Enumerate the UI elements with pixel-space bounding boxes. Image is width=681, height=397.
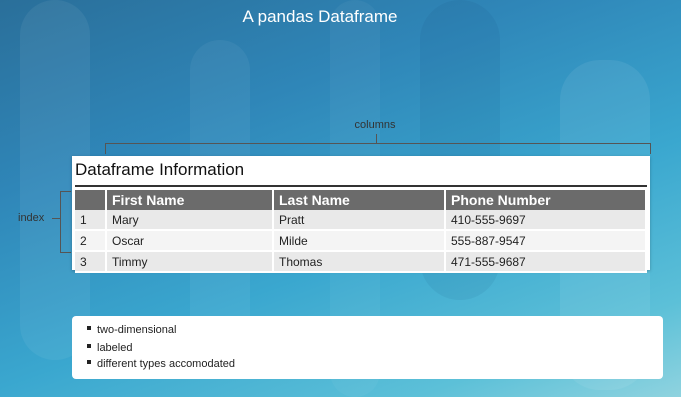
list-item: labeled bbox=[87, 342, 132, 354]
header-row: First Name Last Name Phone Number bbox=[75, 190, 647, 210]
list-item: different types accomodated bbox=[87, 358, 235, 370]
header-cell-phone-number: Phone Number bbox=[445, 190, 647, 210]
table-cell: Timmy bbox=[106, 251, 274, 273]
dataframe-title: Dataframe Information bbox=[75, 160, 245, 179]
table-row: 1 Mary Pratt 410-555-9697 bbox=[75, 210, 647, 231]
index-cell: 1 bbox=[75, 210, 107, 231]
table-cell: Mary bbox=[106, 210, 274, 231]
title-divider bbox=[75, 185, 647, 187]
bullet-marker bbox=[87, 360, 91, 365]
index-cell: 3 bbox=[75, 251, 107, 273]
header-cell-last-name: Last Name bbox=[273, 190, 446, 210]
table-cell: Oscar bbox=[106, 230, 274, 252]
table-cell: 471-555-9687 bbox=[445, 251, 647, 273]
header-cell-first-name: First Name bbox=[106, 190, 274, 210]
table-row: 3 Timmy Thomas 471-555-9687 bbox=[75, 251, 647, 273]
table-row: 2 Oscar Milde 555-887-9547 bbox=[75, 230, 647, 252]
index-bracket bbox=[60, 191, 71, 253]
bullet-list: two-dimensional labeled different types … bbox=[72, 316, 663, 379]
dataframe-table: First Name Last Name Phone Number 1 Mary… bbox=[75, 190, 647, 273]
index-bracket-tick bbox=[52, 218, 60, 219]
bullet-marker bbox=[87, 326, 91, 331]
dataframe-card: Dataframe Information First Name Last Na… bbox=[72, 156, 650, 273]
index-cell: 2 bbox=[75, 230, 107, 252]
columns-bracket-tick bbox=[376, 134, 377, 143]
columns-annotation: columns bbox=[354, 119, 396, 131]
columns-bracket bbox=[105, 143, 651, 154]
bullet-marker bbox=[87, 344, 91, 349]
slide-title: A pandas Dataframe bbox=[242, 7, 398, 26]
table-cell: Thomas bbox=[273, 251, 446, 273]
index-annotation: index bbox=[18, 212, 45, 224]
table-cell: 410-555-9697 bbox=[445, 210, 647, 231]
bullet-text: labeled bbox=[97, 342, 133, 354]
header-cell-index bbox=[75, 190, 107, 210]
table-cell: 555-887-9547 bbox=[445, 230, 647, 252]
bullet-text: different types accomodated bbox=[97, 358, 235, 370]
bullet-text: two-dimensional bbox=[97, 324, 177, 336]
table-cell: Pratt bbox=[273, 210, 446, 231]
table-cell: Milde bbox=[273, 230, 446, 252]
list-item: two-dimensional bbox=[87, 324, 176, 336]
